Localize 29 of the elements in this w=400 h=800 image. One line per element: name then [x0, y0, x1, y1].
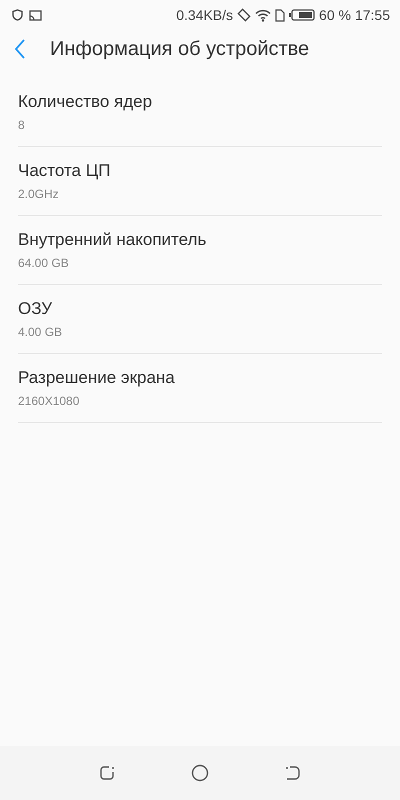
- item-label: Разрешение экрана: [18, 368, 176, 388]
- info-item[interactable]: Внутренний накопитель 64.00 GB: [18, 216, 382, 285]
- network-speed: 0.34KB/s: [176, 7, 234, 23]
- clock-time: 17:55: [354, 7, 390, 23]
- item-label: Количество ядер: [18, 92, 154, 112]
- item-value: 8: [18, 118, 26, 132]
- sim-card-icon: [275, 8, 286, 22]
- page-title: Информация об устройстве: [50, 38, 310, 60]
- recent-apps-icon[interactable]: [98, 764, 116, 782]
- item-value: 2.0GHz: [18, 187, 60, 201]
- back-nav-icon[interactable]: [284, 764, 302, 782]
- item-value: 4.00 GB: [18, 325, 64, 339]
- shield-icon: [12, 9, 23, 21]
- item-value: 64.00 GB: [18, 256, 70, 270]
- info-item[interactable]: ОЗУ 4.00 GB: [18, 285, 382, 354]
- rotation-icon: [237, 8, 252, 22]
- wifi-icon: [255, 8, 272, 22]
- cast-icon: [29, 10, 42, 20]
- item-value: 2160X1080: [18, 394, 80, 408]
- battery-icon: [289, 9, 316, 21]
- item-label: Частота ЦП: [18, 161, 112, 181]
- info-item[interactable]: Разрешение экрана 2160X1080: [18, 354, 382, 423]
- back-icon[interactable]: [14, 39, 26, 59]
- item-label: ОЗУ: [18, 299, 54, 319]
- info-item[interactable]: Частота ЦП 2.0GHz: [18, 147, 382, 216]
- home-icon[interactable]: [190, 764, 209, 782]
- battery-percent: 60 %: [319, 7, 351, 23]
- info-item[interactable]: Количество ядер 8: [18, 78, 382, 147]
- item-label: Внутренний накопитель: [18, 230, 208, 250]
